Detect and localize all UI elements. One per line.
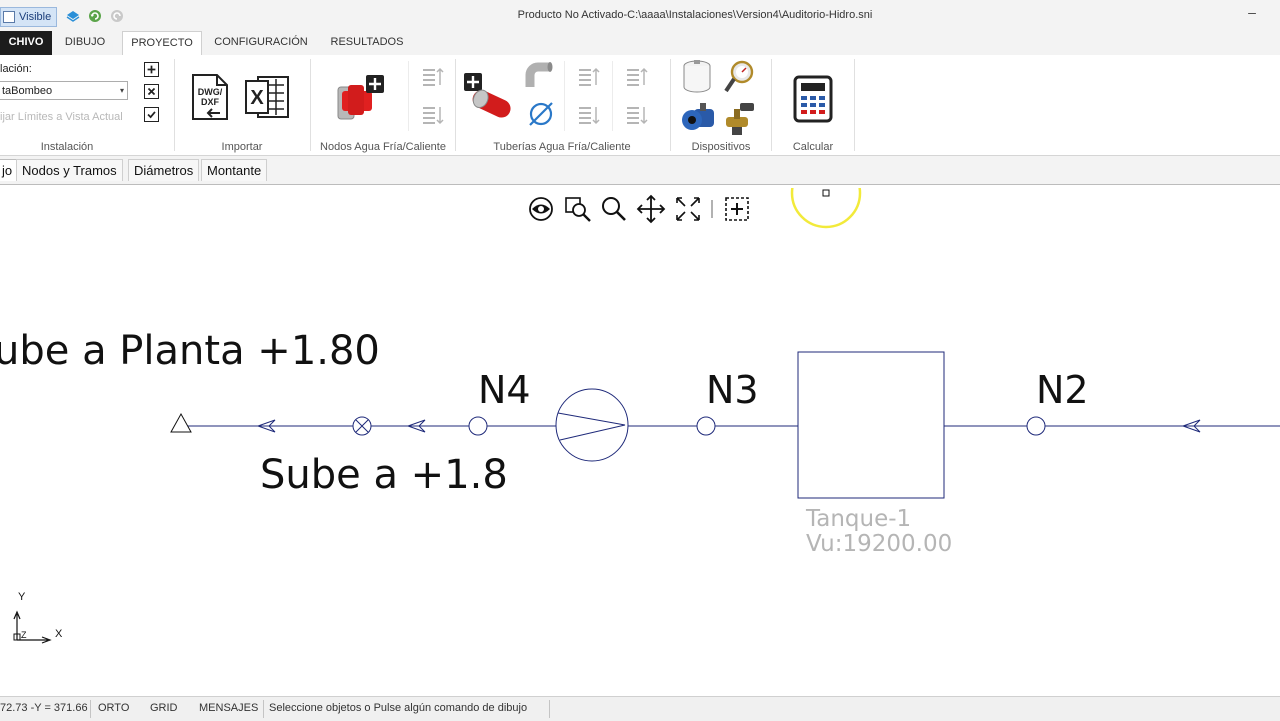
- chevron-down-icon: ▾: [119, 86, 124, 95]
- instalacion-selected-value: taBombeo: [2, 85, 53, 97]
- add-pipe-icon[interactable]: [462, 71, 518, 123]
- zoom-extents-icon[interactable]: [676, 197, 700, 221]
- tank-name-label[interactable]: Tanque-1: [806, 506, 911, 532]
- tab-montante[interactable]: Montante: [201, 159, 268, 181]
- node-n2[interactable]: [1026, 416, 1046, 436]
- instalacion-label: lación:: [0, 63, 32, 75]
- group-separator: [854, 59, 855, 151]
- group-label-calcular: Calcular: [792, 141, 834, 153]
- tab-archivo[interactable]: CHIVO: [0, 31, 52, 55]
- status-separator: [549, 700, 550, 718]
- pipe-diameter-icon[interactable]: [526, 99, 556, 129]
- axis-x-label: X: [55, 628, 63, 640]
- label-sube-planta[interactable]: ube a Planta +1.80: [0, 328, 380, 374]
- zoom-icon[interactable]: [602, 197, 626, 221]
- group-separator: [174, 59, 175, 151]
- group-label-nodos: Nodos Agua Fría/Caliente: [320, 141, 446, 153]
- sub-separator: [564, 61, 565, 131]
- sub-separator: [612, 61, 613, 131]
- tab-resultados[interactable]: RESULTADOS: [326, 31, 408, 55]
- valve-icon[interactable]: [722, 101, 756, 137]
- group-separator: [670, 59, 671, 151]
- confirm-installation-icon[interactable]: [144, 107, 159, 122]
- drawing-svg: [13, 188, 1280, 644]
- add-installation-icon[interactable]: [144, 62, 159, 77]
- pipe-elbow-icon[interactable]: [524, 61, 554, 91]
- list-up-icon[interactable]: [576, 65, 600, 89]
- minimize-button[interactable]: –: [1246, 4, 1258, 20]
- status-coordinates: 72.73 -Y = 371.66: [0, 702, 88, 714]
- list-down-icon[interactable]: [576, 103, 600, 127]
- node-n4[interactable]: [468, 416, 488, 436]
- delete-installation-icon[interactable]: [144, 84, 159, 99]
- label-sube[interactable]: Sube a +1.8: [260, 452, 508, 498]
- tank-symbol[interactable]: [797, 351, 945, 499]
- ucs-axis-icon: [13, 610, 52, 644]
- label-n3[interactable]: N3: [706, 368, 759, 412]
- group-label-dispositivos: Dispositivos: [691, 141, 751, 153]
- list-up-icon[interactable]: [624, 65, 648, 89]
- drawing-canvas[interactable]: ube a Planta +1.80 Sube a +1.8 N4 N3 N2 …: [0, 188, 1280, 688]
- group-separator: [771, 59, 772, 151]
- sub-separator: [408, 61, 409, 131]
- meter-gauge-icon[interactable]: [722, 59, 756, 95]
- list-down-icon[interactable]: [624, 103, 648, 127]
- group-separator: [310, 59, 311, 151]
- fix-limits-button[interactable]: ijar Límites a Vista Actual: [0, 111, 123, 123]
- status-bar: 72.73 -Y = 371.66 ORTO GRID MENSAJES Sel…: [0, 696, 1280, 721]
- pump-icon[interactable]: [680, 101, 716, 135]
- ortho-toggle[interactable]: ORTO: [98, 702, 129, 714]
- axis-z-label: Z: [21, 630, 27, 640]
- add-node-icon[interactable]: [334, 73, 388, 123]
- group-label-tuberias: Tuberías Agua Fría/Caliente: [493, 141, 631, 153]
- tab-dibujo[interactable]: DIBUJO: [56, 31, 114, 55]
- group-label-importar: Importar: [221, 141, 263, 153]
- group-separator: [455, 59, 456, 151]
- label-n4[interactable]: N4: [478, 368, 531, 412]
- cursor-pickbox: [822, 189, 830, 197]
- pan-icon[interactable]: [636, 194, 666, 224]
- select-region-icon[interactable]: [725, 197, 749, 221]
- zoom-window-icon[interactable]: [565, 197, 591, 222]
- axis-y-label: Y: [18, 591, 26, 603]
- label-n2[interactable]: N2: [1036, 368, 1089, 412]
- view-eye-icon[interactable]: [529, 197, 553, 221]
- pump-symbol[interactable]: [555, 388, 629, 462]
- import-excel-icon[interactable]: X: [244, 73, 292, 123]
- pipe-end-triangle[interactable]: [170, 412, 192, 433]
- tab-configuracion[interactable]: CONFIGURACIÓN: [208, 31, 314, 55]
- import-dwg-icon[interactable]: DWG/ DXF: [190, 73, 230, 123]
- status-message: Seleccione objetos o Pulse algún comando…: [269, 702, 528, 714]
- messages-toggle[interactable]: MENSAJES: [199, 702, 258, 714]
- valve-symbol[interactable]: [352, 416, 372, 436]
- tab-proyecto[interactable]: PROYECTO: [122, 31, 202, 57]
- window-title: Producto No Activado-C:\aaaa\Instalacion…: [517, 9, 873, 21]
- status-separator: [263, 700, 264, 718]
- group-label-instalacion: Instalación: [40, 141, 94, 153]
- svg-text:X: X: [250, 87, 264, 109]
- ribbon: lación: taBombeo ▾ ijar Límites a Vista …: [0, 55, 1280, 156]
- node-n3[interactable]: [696, 416, 716, 436]
- calculator-icon[interactable]: [792, 75, 834, 123]
- title-bar: Visible Producto No Activado-C:\aaaa\Ins…: [0, 0, 1280, 31]
- status-separator: [90, 700, 91, 718]
- instalacion-select[interactable]: taBombeo ▾: [0, 81, 128, 100]
- view-tab-bar: jo Nodos y Tramos Diámetros Montante: [0, 156, 1280, 185]
- tab-nodos-y-tramos[interactable]: Nodos y Tramos: [16, 159, 123, 181]
- tab-diametros[interactable]: Diámetros: [128, 159, 200, 181]
- tank-volume-label[interactable]: Vu:19200.00: [806, 531, 952, 557]
- water-tank-icon[interactable]: [680, 59, 714, 95]
- list-up-icon[interactable]: [420, 65, 444, 89]
- grid-toggle[interactable]: GRID: [150, 702, 178, 714]
- svg-text:DWG/: DWG/: [198, 87, 223, 97]
- ribbon-tab-bar: CHIVO DIBUJO PROYECTO CONFIGURACIÓN RESU…: [0, 31, 1280, 57]
- svg-text:DXF: DXF: [201, 97, 220, 107]
- list-down-icon[interactable]: [420, 103, 444, 127]
